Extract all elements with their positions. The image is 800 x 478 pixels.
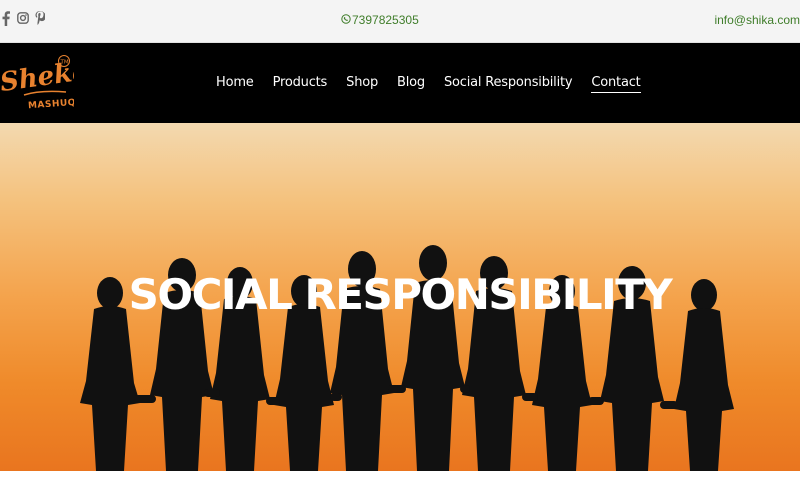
facebook-icon[interactable] [0,10,12,26]
pinterest-icon[interactable] [34,10,46,26]
phone-number: 7397825305 [352,13,419,27]
top-utility-bar: 7397825305 info@shika.com [0,0,800,43]
svg-text:MASHUQ: MASHUQ [28,98,74,111]
hero-banner: SOCIAL RESPONSIBILITY [0,123,800,471]
nav-contact[interactable]: Contact [591,75,641,93]
nav-blog[interactable]: Blog [397,75,425,93]
bottom-strip [0,471,800,478]
primary-nav: Home Products Shop Blog Social Responsib… [216,75,641,93]
nav-products[interactable]: Products [273,75,328,93]
nav-shop[interactable]: Shop [346,75,378,93]
instagram-icon[interactable] [17,10,29,26]
nav-social-responsibility[interactable]: Social Responsibility [444,75,573,93]
svg-text:TM: TM [60,60,69,66]
email-link[interactable]: info@shika.com [714,13,800,27]
social-links [0,10,46,26]
hero-title: SOCIAL RESPONSIBILITY [128,270,673,319]
brand-logo[interactable]: Sheka TM MASHUQ [0,49,91,117]
whatsapp-icon [341,13,351,27]
main-navbar: Sheka TM MASHUQ Home Products Shop Blog … [0,43,800,123]
nav-home[interactable]: Home [216,75,254,93]
phone-link[interactable]: 7397825305 [341,13,419,27]
